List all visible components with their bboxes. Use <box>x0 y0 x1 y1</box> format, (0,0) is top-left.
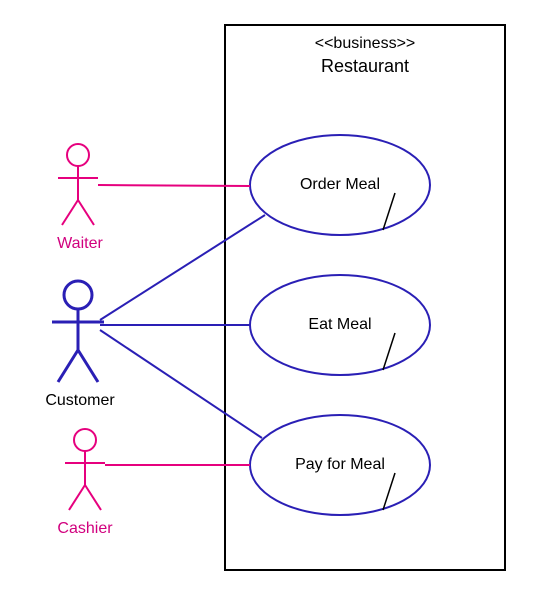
actor-cashier-icon <box>65 429 105 510</box>
usecase-pay-label: Pay for Meal <box>250 456 430 474</box>
use-case-diagram: <<business>> Restaurant Order Meal Eat M… <box>0 0 550 599</box>
system-stereotype: <<business>> <box>225 35 505 53</box>
actor-cashier-label: Cashier <box>45 520 125 538</box>
actor-waiter-icon <box>58 144 98 225</box>
usecase-order-label: Order Meal <box>250 176 430 194</box>
actor-customer-label: Customer <box>30 392 130 410</box>
usecase-eat-label: Eat Meal <box>250 316 430 334</box>
diagram-svg <box>0 0 550 599</box>
system-name: Restaurant <box>225 56 505 77</box>
actor-waiter-label: Waiter <box>40 235 120 253</box>
assoc-customer-order <box>100 215 265 320</box>
actor-customer-icon <box>52 281 104 382</box>
assoc-waiter-order <box>98 185 250 186</box>
assoc-customer-pay <box>100 330 262 438</box>
